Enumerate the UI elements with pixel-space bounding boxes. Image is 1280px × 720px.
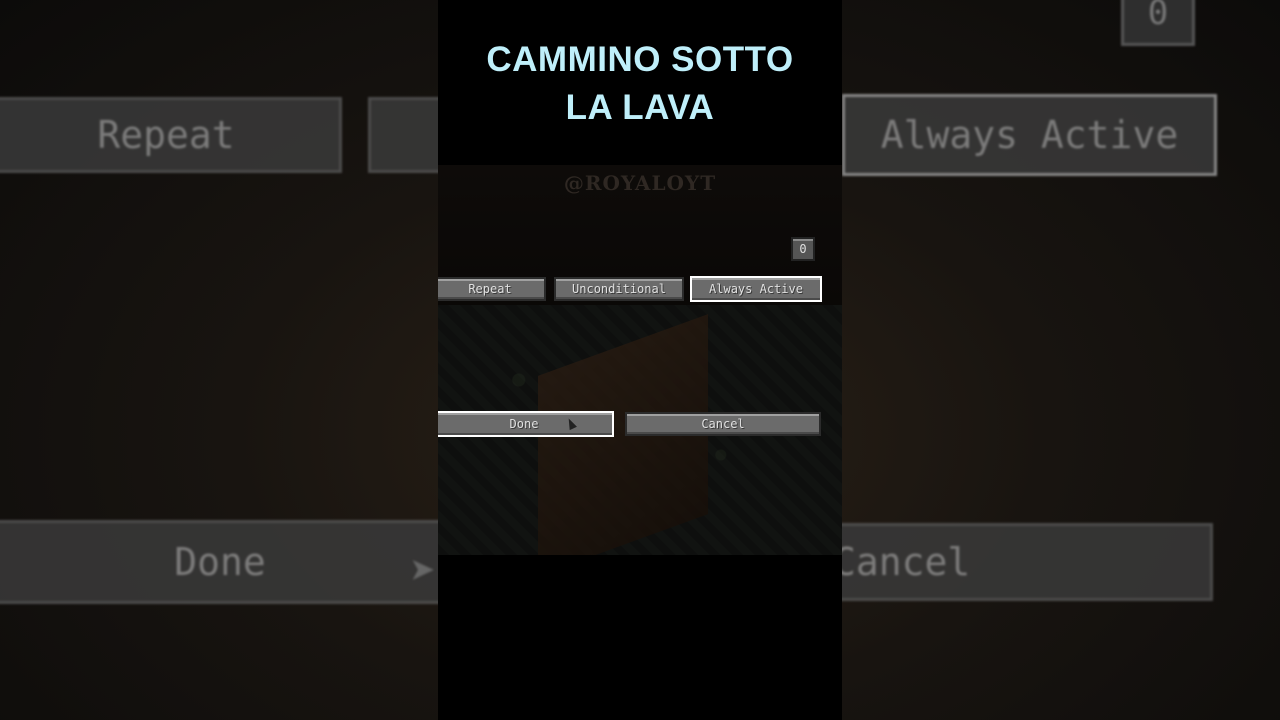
gui-dim-overlay: [438, 165, 842, 555]
unconditional-button[interactable]: Unconditional: [554, 277, 684, 301]
backdrop-output-count: 0: [1121, 0, 1195, 46]
watermark: @ROYALOYT: [563, 171, 717, 195]
always-active-button[interactable]: Always Active: [690, 276, 822, 302]
cancel-button[interactable]: Cancel: [625, 412, 821, 436]
backdrop-done-button: Done: [0, 520, 450, 604]
video-title: CAMMINO SOTTO LA LAVA: [438, 36, 842, 132]
backdrop-always-active-button: Always Active: [842, 94, 1217, 176]
output-count-box[interactable]: 0: [791, 237, 815, 261]
mode-repeat-button[interactable]: Repeat: [438, 277, 546, 301]
title-line-2: LA LAVA: [565, 88, 715, 127]
title-line-1: CAMMINO SOTTO: [486, 40, 794, 79]
video-frame: CAMMINO SOTTO LA LAVA @ROYALOYT 0 Repeat…: [438, 0, 842, 720]
game-scene: @ROYALOYT 0 Repeat Unconditional Always …: [438, 165, 842, 555]
backdrop-cancel-button: Cancel: [830, 523, 1213, 601]
backdrop-cursor-icon: ➤: [410, 546, 437, 597]
backdrop-repeat-button: Repeat: [0, 97, 342, 173]
done-button[interactable]: Done: [438, 411, 614, 437]
backdrop-unconditional-button: [368, 97, 448, 173]
